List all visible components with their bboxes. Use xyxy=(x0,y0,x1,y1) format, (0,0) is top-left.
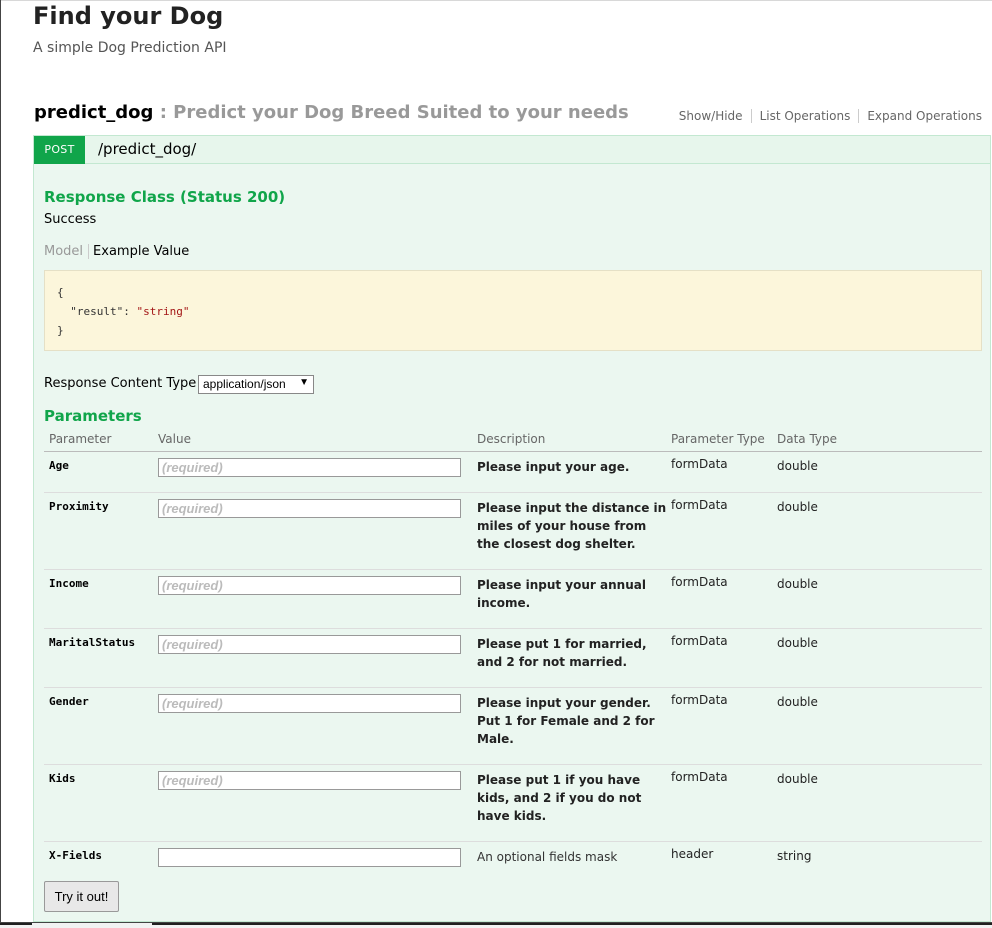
param-description: Please put 1 if you have kids, and 2 if … xyxy=(477,773,642,823)
try-it-out-button[interactable]: Try it out! xyxy=(44,881,119,912)
bottom-border-segment xyxy=(0,923,32,925)
param-data-type: double xyxy=(777,636,818,650)
operation-path[interactable]: /predict_dog/ xyxy=(98,140,196,158)
dropdown-arrow-icon: ▼ xyxy=(299,377,309,388)
param-description: Please input your annual income. xyxy=(477,578,646,610)
model-tab[interactable]: Model xyxy=(44,244,90,259)
param-name: Age xyxy=(49,459,69,472)
code-key: "result" xyxy=(70,305,124,318)
income-input[interactable] xyxy=(158,576,461,595)
param-data-type: double xyxy=(777,459,818,473)
kids-input[interactable] xyxy=(158,771,461,790)
param-description: Please input your gender. Put 1 for Fema… xyxy=(477,696,655,746)
parameters-title: Parameters xyxy=(44,407,142,425)
list-operations-link[interactable]: List Operations xyxy=(750,109,859,123)
header-description: Description xyxy=(477,432,546,446)
gender-input[interactable] xyxy=(158,694,461,713)
response-class-status: Success xyxy=(44,212,97,227)
param-name: Kids xyxy=(49,772,76,785)
param-name: X-Fields xyxy=(49,849,102,862)
param-description: Please input the distance in miles of yo… xyxy=(477,501,667,551)
param-data-type: double xyxy=(777,500,818,514)
param-name: Gender xyxy=(49,695,89,708)
header-parameter-type: Parameter Type xyxy=(671,432,765,446)
code-value: "string" xyxy=(136,305,190,318)
param-type: formData xyxy=(671,457,728,471)
parameter-row-marital-status: MaritalStatus Please put 1 for married, … xyxy=(44,629,982,688)
param-type: formData xyxy=(671,634,728,648)
resource-links: Show/Hide List Operations Expand Operation… xyxy=(671,109,982,123)
param-type: formData xyxy=(671,575,728,589)
example-value-tab[interactable]: Example Value xyxy=(89,244,194,259)
model-tabs: Model Example Value xyxy=(44,244,194,259)
parameter-row-kids: Kids Please put 1 if you have kids, and … xyxy=(44,765,982,842)
resource-separator: : xyxy=(153,102,174,123)
header-parameter: Parameter xyxy=(49,432,112,446)
param-description: Please put 1 for married, and 2 for not … xyxy=(477,637,647,669)
param-type: formData xyxy=(671,498,728,512)
left-border xyxy=(0,0,1,927)
http-method-badge[interactable]: POST xyxy=(34,136,85,164)
param-name: Income xyxy=(49,577,89,590)
param-data-type: double xyxy=(777,695,818,709)
header-data-type: Data Type xyxy=(777,432,838,446)
resource-heading: predict_dog : Predict your Dog Breed Sui… xyxy=(34,102,629,123)
response-content-type-select[interactable]: application/json ▼ xyxy=(198,375,314,394)
parameter-row-age: Age Please input your age. formData doub… xyxy=(44,452,982,493)
param-type: formData xyxy=(671,770,728,784)
response-content-type-value: application/json xyxy=(203,377,286,391)
proximity-input[interactable] xyxy=(158,499,461,518)
param-name: MaritalStatus xyxy=(49,636,136,649)
parameter-row-income: Income Please input your annual income. … xyxy=(44,570,982,629)
param-data-type: double xyxy=(777,577,818,591)
param-description: Please input your age. xyxy=(477,460,630,474)
code-colon: : xyxy=(123,305,137,318)
bottom-border xyxy=(0,922,992,928)
code-open-brace: { xyxy=(57,286,64,299)
age-input[interactable] xyxy=(158,458,461,477)
parameter-row-proximity: Proximity Please input the distance in m… xyxy=(44,493,982,570)
parameter-row-x-fields: X-Fields An optional fields mask header … xyxy=(44,842,982,872)
resource-description: Predict your Dog Breed Suited to your ne… xyxy=(173,102,629,123)
param-name: Proximity xyxy=(49,500,109,513)
api-description: A simple Dog Prediction API xyxy=(33,40,227,56)
response-content-type-label: Response Content Type xyxy=(44,376,197,391)
bottom-border-segment xyxy=(152,923,992,925)
param-type: header xyxy=(671,847,714,861)
operation-heading[interactable]: POST /predict_dog/ xyxy=(33,135,991,164)
param-data-type: double xyxy=(777,772,818,786)
show-hide-link[interactable]: Show/Hide xyxy=(671,109,751,123)
resource-name-link[interactable]: predict_dog xyxy=(34,102,153,123)
api-title: Find your Dog xyxy=(33,2,224,30)
response-class-title: Response Class (Status 200) xyxy=(44,188,286,206)
param-description: An optional fields mask xyxy=(477,850,618,864)
example-value-code[interactable]: { "result": "string" } xyxy=(44,270,982,351)
header-value: Value xyxy=(158,432,191,446)
marital-status-input[interactable] xyxy=(158,635,461,654)
top-border xyxy=(0,0,992,1)
code-close-brace: } xyxy=(57,324,64,337)
expand-operations-link[interactable]: Expand Operations xyxy=(858,109,982,123)
param-data-type: string xyxy=(777,849,812,863)
param-type: formData xyxy=(671,693,728,707)
parameter-row-gender: Gender Please input your gender. Put 1 f… xyxy=(44,688,982,765)
parameters-header-row: Parameter Value Description Parameter Ty… xyxy=(44,431,982,452)
x-fields-input[interactable] xyxy=(158,848,461,867)
